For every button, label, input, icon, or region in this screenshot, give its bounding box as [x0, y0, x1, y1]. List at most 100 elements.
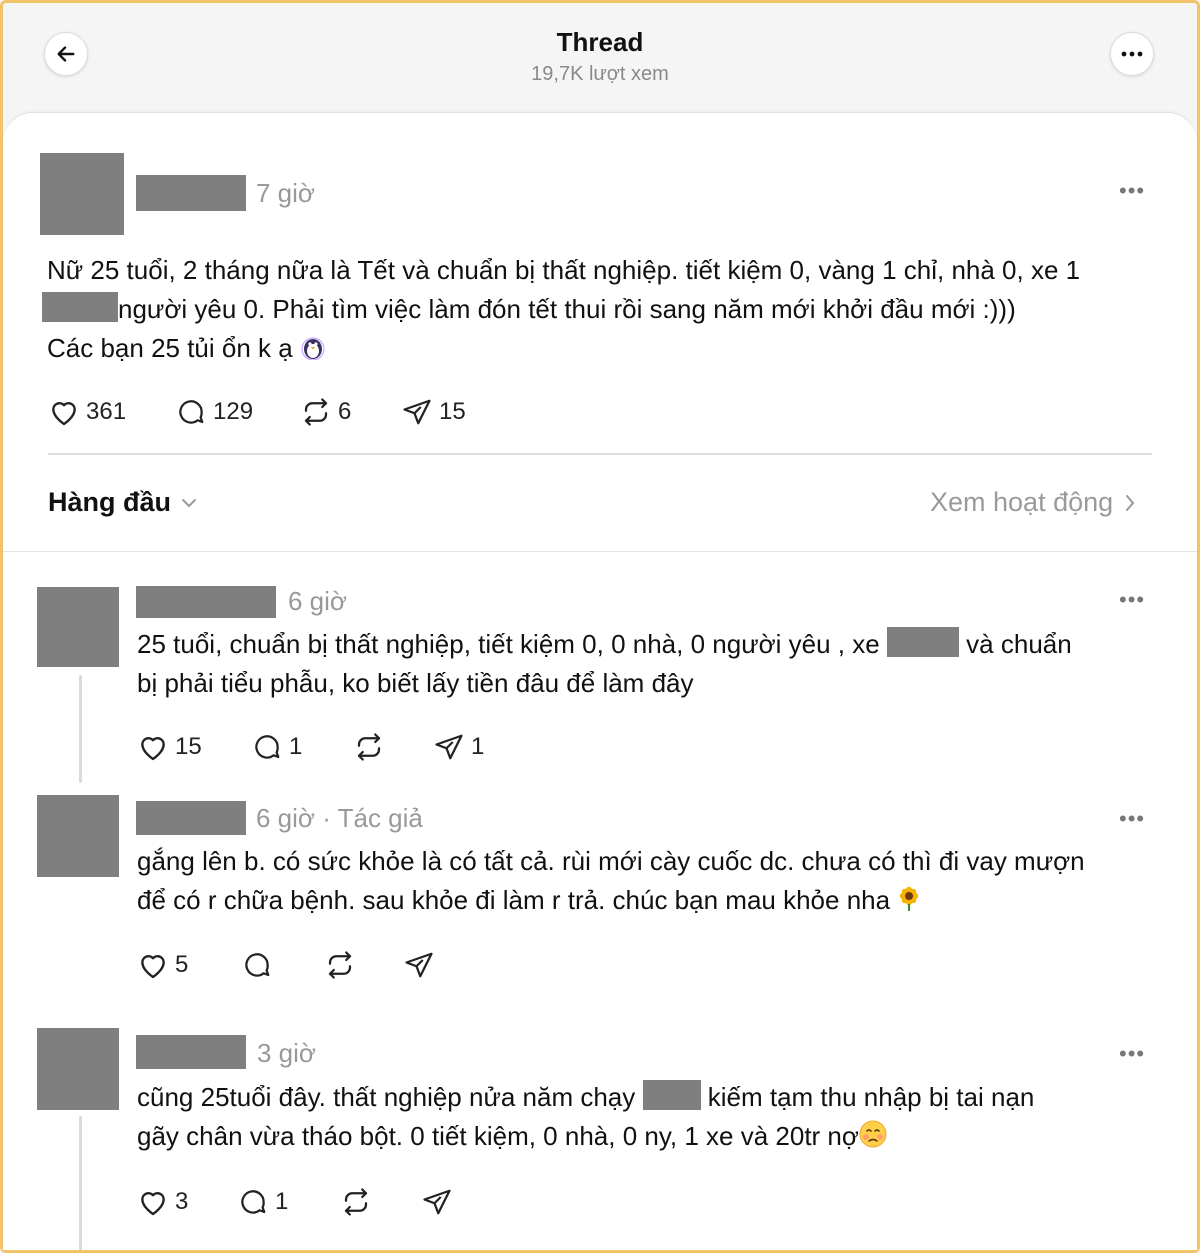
reply-avatar-redacted[interactable] [37, 795, 119, 877]
reply-like-button[interactable]: 5 [137, 949, 188, 981]
sunflower-emoji-icon [897, 884, 921, 923]
repost-count: 6 [338, 398, 352, 425]
reply-more-icon[interactable]: ••• [1119, 808, 1145, 830]
heart-icon [141, 737, 165, 761]
reply-line-2: để có r chữa bệnh. sau khỏe đi làm r trả… [137, 885, 891, 915]
sad-face-emoji-icon [859, 1120, 887, 1159]
reply-username-redacted[interactable] [136, 586, 276, 618]
share-count: 15 [439, 398, 466, 425]
reply-text: cũng 25tuổi đây. thất nghiệp nửa năm chạ… [137, 1078, 1177, 1159]
post-line-3-row: Các bạn 25 tủi ổn k ạ [47, 329, 1177, 371]
reply-like-count: 5 [175, 951, 189, 978]
chevron-down-icon [182, 498, 197, 507]
view-count: 19,7K lượt xem [531, 63, 669, 85]
post-line-3: Các bạn 25 tủi ổn k ạ [47, 333, 293, 363]
reply-line-2-row: gãy chân vừa tháo bột. 0 tiết kiệm, 0 nh… [137, 1117, 1177, 1159]
text-redacted [642, 1080, 701, 1110]
reply-more-icon[interactable]: ••• [1119, 589, 1145, 611]
reply-repost-button[interactable] [353, 731, 385, 763]
repost-button[interactable]: 6 [300, 396, 351, 428]
penguin-emoji-icon [300, 332, 326, 371]
comment-icon [255, 735, 280, 759]
reply-line-2-row: để có r chữa bệnh. sau khỏe đi làm r trả… [137, 881, 1177, 923]
title-block: Thread 19,7K lượt xem [0, 26, 1200, 88]
reply-line-1b: kiếm tạm thu nhập bị tai nạn [707, 1082, 1035, 1112]
reply-repost-button[interactable] [324, 949, 356, 981]
post-line-1: Nữ 25 tuổi, 2 tháng nữa là Tết và chuẩn … [47, 255, 1081, 285]
repost-icon [357, 733, 381, 761]
reply-username-redacted[interactable] [136, 801, 246, 835]
heart-icon [141, 1192, 165, 1216]
reply-username-redacted[interactable] [136, 1035, 246, 1069]
reply-comment-button[interactable]: 1 [251, 731, 302, 763]
reply-time: 3 giờ [257, 1038, 316, 1068]
username-redacted[interactable] [136, 175, 246, 211]
send-icon [435, 734, 463, 760]
text-redacted [886, 627, 959, 657]
thread-card: 7 giờ ••• Nữ 25 tuổi, 2 tháng nữa là Tết… [3, 112, 1197, 1250]
reply-repost-button[interactable] [340, 1186, 372, 1218]
reply-comment-button[interactable] [241, 949, 273, 981]
send-icon [403, 399, 431, 425]
view-activity-link[interactable]: Xem hoạt động [930, 487, 1135, 518]
page-title: Thread [556, 27, 644, 57]
reply-comment-count: 1 [275, 1188, 289, 1215]
reply-line-1b: và chuẩn [966, 629, 1072, 659]
reply-more-icon[interactable]: ••• [1119, 1043, 1145, 1065]
heart-icon [52, 402, 76, 426]
send-icon [423, 1189, 451, 1215]
avatar-redacted[interactable] [40, 153, 124, 235]
reply-share-count: 1 [471, 733, 485, 760]
top-bar: Thread 19,7K lượt xem [0, 0, 1200, 112]
post-time: 7 giờ [256, 178, 315, 208]
repost-icon [344, 1188, 368, 1216]
reply-line-1-row: cũng 25tuổi đây. thất nghiệp nửa năm chạ… [137, 1078, 1177, 1117]
comment-count: 129 [213, 398, 254, 425]
repost-icon [304, 398, 328, 426]
more-options-button[interactable] [1110, 32, 1154, 76]
post-line-2: người yêu 0. Phải tìm việc làm đón tết t… [118, 294, 1016, 324]
divider [48, 453, 1152, 455]
section-divider [3, 551, 1197, 552]
sort-label: Hàng đầu [48, 487, 172, 517]
like-count: 361 [86, 398, 127, 425]
reply-share-button[interactable]: 1 [433, 731, 484, 763]
reply-text: 25 tuổi, chuẩn bị thất nghiệp, tiết kiệm… [137, 625, 1177, 703]
comment-icon [241, 1190, 266, 1214]
reply-time: 6 giờ · Tác giả [256, 803, 423, 833]
reply-like-button[interactable]: 15 [137, 731, 202, 763]
heart-icon [141, 955, 165, 979]
thread-line [79, 1116, 82, 1250]
text-redacted [42, 292, 118, 322]
chevron-right-icon [1126, 494, 1135, 511]
reply-line-1: gắng lên b. có sức khỏe là có tất cả. rù… [137, 846, 1085, 876]
reply-like-count: 3 [175, 1188, 189, 1215]
reply-comment-count: 1 [289, 733, 303, 760]
reply-line-1a: 25 tuổi, chuẩn bị thất nghiệp, tiết kiệm… [137, 629, 880, 659]
reply-line-2: gãy chân vừa tháo bột. 0 tiết kiệm, 0 nh… [137, 1121, 859, 1151]
post-line-2-row: người yêu 0. Phải tìm việc làm đón tết t… [42, 290, 1177, 329]
comment-button[interactable]: 129 [175, 396, 253, 428]
send-icon [405, 952, 433, 978]
comment-icon [179, 400, 204, 424]
reply-share-button[interactable] [403, 949, 435, 981]
repost-icon [328, 951, 352, 979]
reply-comment-button[interactable]: 1 [237, 1186, 288, 1218]
reply-avatar-redacted[interactable] [37, 587, 119, 667]
post-more-icon[interactable]: ••• [1119, 180, 1145, 202]
sort-dropdown[interactable]: Hàng đầu [48, 487, 197, 518]
post-text: Nữ 25 tuổi, 2 tháng nữa là Tết và chuẩn … [42, 251, 1177, 371]
reply-text: gắng lên b. có sức khỏe là có tất cả. rù… [137, 842, 1177, 923]
reply-time: 6 giờ [288, 586, 347, 616]
reply-like-count: 15 [175, 733, 202, 760]
reply-line-1a: cũng 25tuổi đây. thất nghiệp nửa năm chạ… [137, 1082, 636, 1112]
reply-share-button[interactable] [421, 1186, 453, 1218]
reply-line-1-row: 25 tuổi, chuẩn bị thất nghiệp, tiết kiệm… [137, 625, 1177, 664]
thread-line [79, 675, 82, 783]
comment-icon [245, 953, 270, 977]
like-button[interactable]: 361 [48, 396, 126, 428]
more-horizontal-icon [1121, 51, 1143, 57]
reply-avatar-redacted[interactable] [37, 1028, 119, 1110]
share-button[interactable]: 15 [401, 396, 466, 428]
reply-like-button[interactable]: 3 [137, 1186, 188, 1218]
